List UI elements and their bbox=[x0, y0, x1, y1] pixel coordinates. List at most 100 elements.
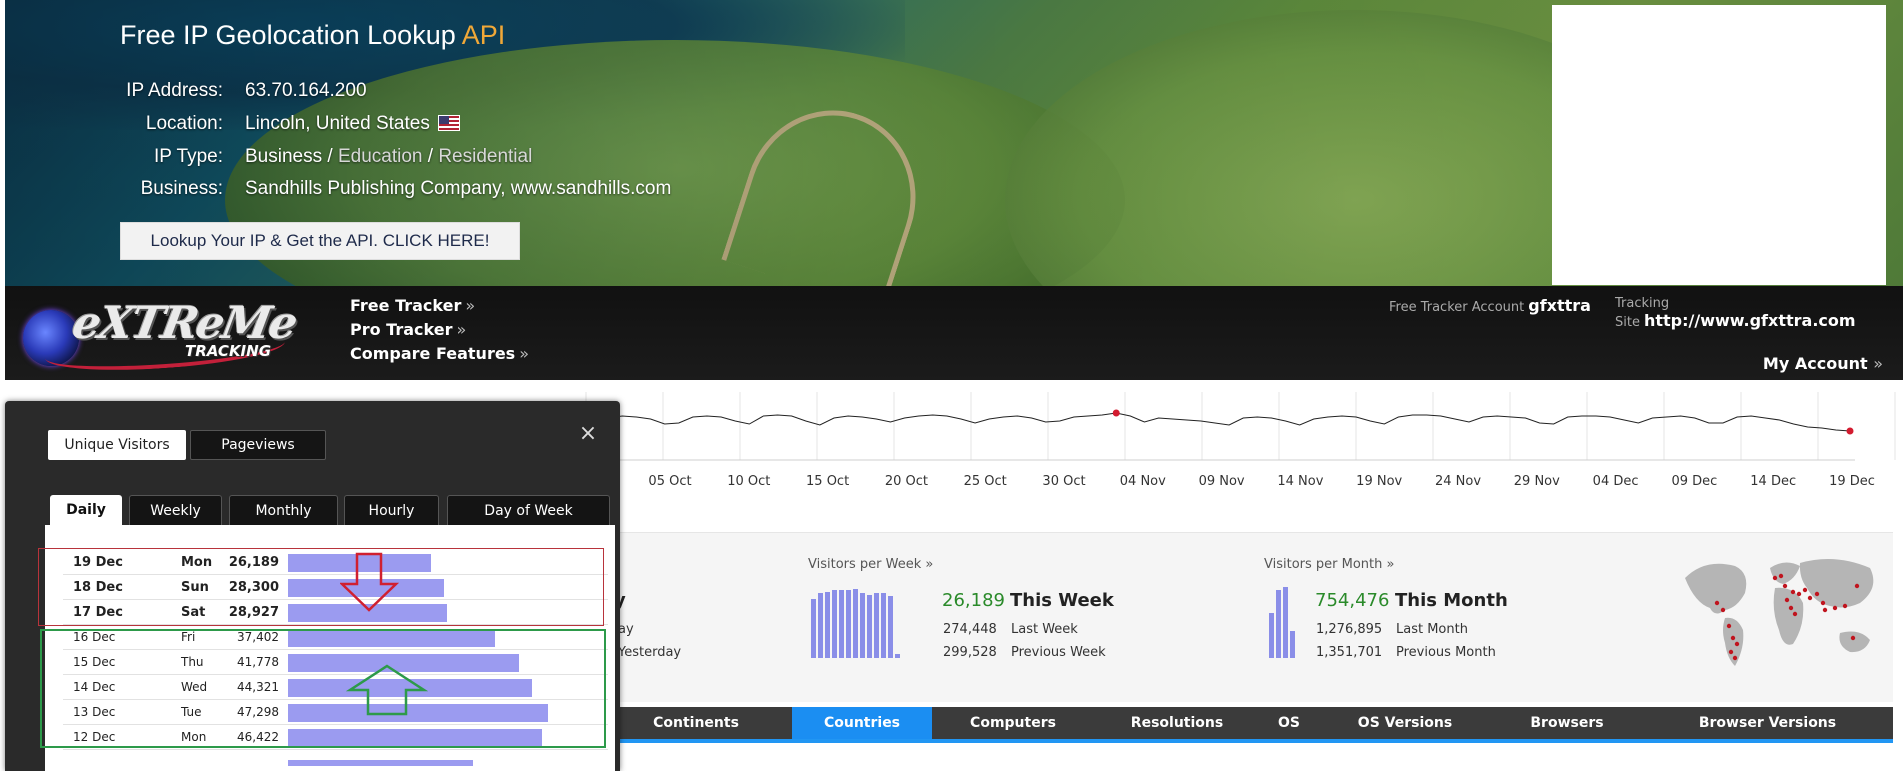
tab-resolutions[interactable]: Resolutions bbox=[1094, 707, 1260, 739]
down-arrow-icon bbox=[340, 552, 400, 612]
location-value: Lincoln, United States bbox=[245, 113, 430, 134]
ip-type-education: Education bbox=[337, 146, 423, 167]
last-month-value: 1,276,895 bbox=[1316, 622, 1383, 637]
date-tick-label: 04 Nov bbox=[1120, 474, 1166, 489]
mini-bar bbox=[874, 593, 879, 658]
page-root: { "hero": { "title_main": "Free IP Geolo… bbox=[0, 0, 1903, 771]
previous-month-label: Previous Month bbox=[1396, 645, 1496, 660]
business-value: Sandhills Publishing Company, www.sandhi… bbox=[245, 178, 672, 199]
mini-bar bbox=[853, 589, 858, 658]
visitors-per-week-link[interactable]: Visitors per Week » bbox=[808, 557, 933, 572]
previous-month-value: 1,351,701 bbox=[1316, 645, 1383, 660]
history-period-tabs: Daily Weekly Monthly Hourly Day of Week bbox=[45, 495, 615, 525]
week-period: This Week bbox=[1010, 590, 1114, 611]
visitors-per-month-link[interactable]: Visitors per Month » bbox=[1264, 557, 1394, 572]
my-account-link[interactable]: My Account » bbox=[1763, 354, 1883, 373]
ip-type-business: Business bbox=[245, 146, 323, 167]
monthly-mini-chart bbox=[1269, 586, 1295, 658]
mini-bar bbox=[818, 593, 823, 658]
last-month-label: Last Month bbox=[1396, 622, 1468, 637]
ip-type-separator: / bbox=[322, 146, 338, 167]
report-content-area bbox=[600, 747, 1893, 771]
tracker-account-value: gfxttra bbox=[1528, 296, 1591, 315]
tab-daily[interactable]: Daily bbox=[50, 495, 122, 525]
timeline-svg: 05 Oct 10 Oct 15 Oct 20 Oct 25 Oct 30 Oct 04 N… bbox=[579, 392, 1896, 489]
mini-bar bbox=[895, 654, 900, 658]
tab-continents[interactable]: Continents bbox=[600, 707, 792, 739]
nav-free-tracker[interactable]: Free Tracker» bbox=[350, 296, 475, 315]
nav-compare-features[interactable]: Compare Features» bbox=[350, 344, 529, 363]
highlight-point[interactable] bbox=[1846, 427, 1854, 435]
tab-os[interactable]: OS bbox=[1260, 707, 1318, 739]
mini-bar bbox=[839, 590, 844, 658]
date-tick-label: 20 Oct bbox=[885, 474, 928, 489]
day-bar-partial bbox=[288, 760, 473, 766]
date-tick-label: 15 Oct bbox=[806, 474, 849, 489]
list-item[interactable] bbox=[63, 750, 608, 771]
date-tick-label: 25 Oct bbox=[964, 474, 1007, 489]
date-tick-label: 14 Nov bbox=[1277, 474, 1323, 489]
world-map-icon[interactable] bbox=[1675, 548, 1885, 678]
tracking-site: Tracking Site http://www.gfxttra.com bbox=[1615, 296, 1903, 330]
tab-day-of-week[interactable]: Day of Week bbox=[447, 495, 610, 525]
nav-arrows: » bbox=[519, 344, 529, 363]
month-value: 754,476 bbox=[1315, 590, 1390, 611]
close-icon[interactable]: × bbox=[578, 423, 598, 445]
banner-title-api: API bbox=[461, 20, 506, 50]
date-tick-label: 19 Dec bbox=[1829, 474, 1875, 489]
last-week-value: 274,448 bbox=[943, 622, 997, 637]
mini-bar bbox=[888, 596, 893, 658]
banner-title-main: Free IP Geolocation Lookup bbox=[120, 20, 462, 50]
tab-hourly[interactable]: Hourly bbox=[344, 495, 439, 525]
visitors-line bbox=[579, 412, 1851, 432]
nav-free-tracker-label: Free Tracker bbox=[350, 296, 462, 315]
lookup-ip-cta-button[interactable]: Lookup Your IP & Get the API. CLICK HERE… bbox=[120, 222, 520, 260]
last-week-label: Last Week bbox=[1011, 622, 1078, 637]
visitors-timeline-chart: 05 Oct 10 Oct 15 Oct 20 Oct 25 Oct 30 Oct 04 N… bbox=[579, 392, 1903, 502]
logo-subtitle: TRACKING bbox=[185, 342, 272, 360]
mini-bar bbox=[867, 595, 872, 658]
unique-visitors-toggle[interactable]: Unique Visitors bbox=[48, 430, 186, 460]
previous-week-label: Previous Week bbox=[1011, 645, 1106, 660]
mini-bar bbox=[881, 593, 886, 658]
tracker-account-label: Free Tracker Account bbox=[1389, 300, 1525, 315]
mini-bar bbox=[860, 593, 865, 658]
date-tick-label: 29 Nov bbox=[1514, 474, 1560, 489]
mini-bar bbox=[825, 592, 830, 658]
mini-bar bbox=[811, 599, 816, 658]
up-arrow-icon bbox=[346, 664, 428, 716]
tab-browser-versions[interactable]: Browser Versions bbox=[1642, 707, 1893, 739]
tab-monthly[interactable]: Monthly bbox=[229, 495, 338, 525]
my-account-label: My Account bbox=[1762, 354, 1868, 373]
location-label: Location: bbox=[145, 113, 223, 134]
date-tick-label: 30 Oct bbox=[1042, 474, 1085, 489]
ip-address-value: 63.70.164.200 bbox=[245, 80, 367, 101]
tracking-site-link[interactable]: http://www.gfxttra.com bbox=[1644, 311, 1856, 330]
us-flag-icon bbox=[437, 115, 460, 131]
extreme-tracking-logo[interactable]: eXTReMe TRACKING bbox=[15, 292, 325, 377]
ip-type-residential: Residential bbox=[438, 146, 533, 167]
date-tick-label: 14 Dec bbox=[1750, 474, 1796, 489]
tab-computers[interactable]: Computers bbox=[932, 707, 1094, 739]
date-tick-label: 24 Nov bbox=[1435, 474, 1481, 489]
mini-bar bbox=[832, 590, 837, 658]
highlight-point[interactable] bbox=[1112, 409, 1120, 417]
tab-countries[interactable]: Countries bbox=[792, 707, 932, 739]
ip-type-separator: / bbox=[422, 146, 439, 167]
ip-type-value: Business / Education / Residential bbox=[245, 146, 532, 168]
report-tabs: Continents Countries Computers Resolutio… bbox=[600, 707, 1893, 743]
tab-browsers[interactable]: Browsers bbox=[1492, 707, 1642, 739]
tab-weekly[interactable]: Weekly bbox=[129, 495, 222, 525]
visitors-day-row: Yesterday bbox=[618, 645, 682, 660]
pageviews-toggle[interactable]: Pageviews bbox=[190, 430, 326, 460]
nav-pro-tracker-label: Pro Tracker bbox=[350, 320, 453, 339]
tab-os-versions[interactable]: OS Versions bbox=[1318, 707, 1492, 739]
increase-highlight-frame bbox=[40, 629, 606, 748]
mini-bar bbox=[1290, 631, 1295, 658]
nav-pro-tracker[interactable]: Pro Tracker» bbox=[350, 320, 466, 339]
mini-bar bbox=[1283, 587, 1288, 658]
location-value-wrap: Lincoln, United States bbox=[245, 113, 460, 135]
date-tick-label: 09 Nov bbox=[1199, 474, 1245, 489]
weekly-mini-chart bbox=[811, 586, 900, 658]
date-tick-label: 05 Oct bbox=[648, 474, 691, 489]
